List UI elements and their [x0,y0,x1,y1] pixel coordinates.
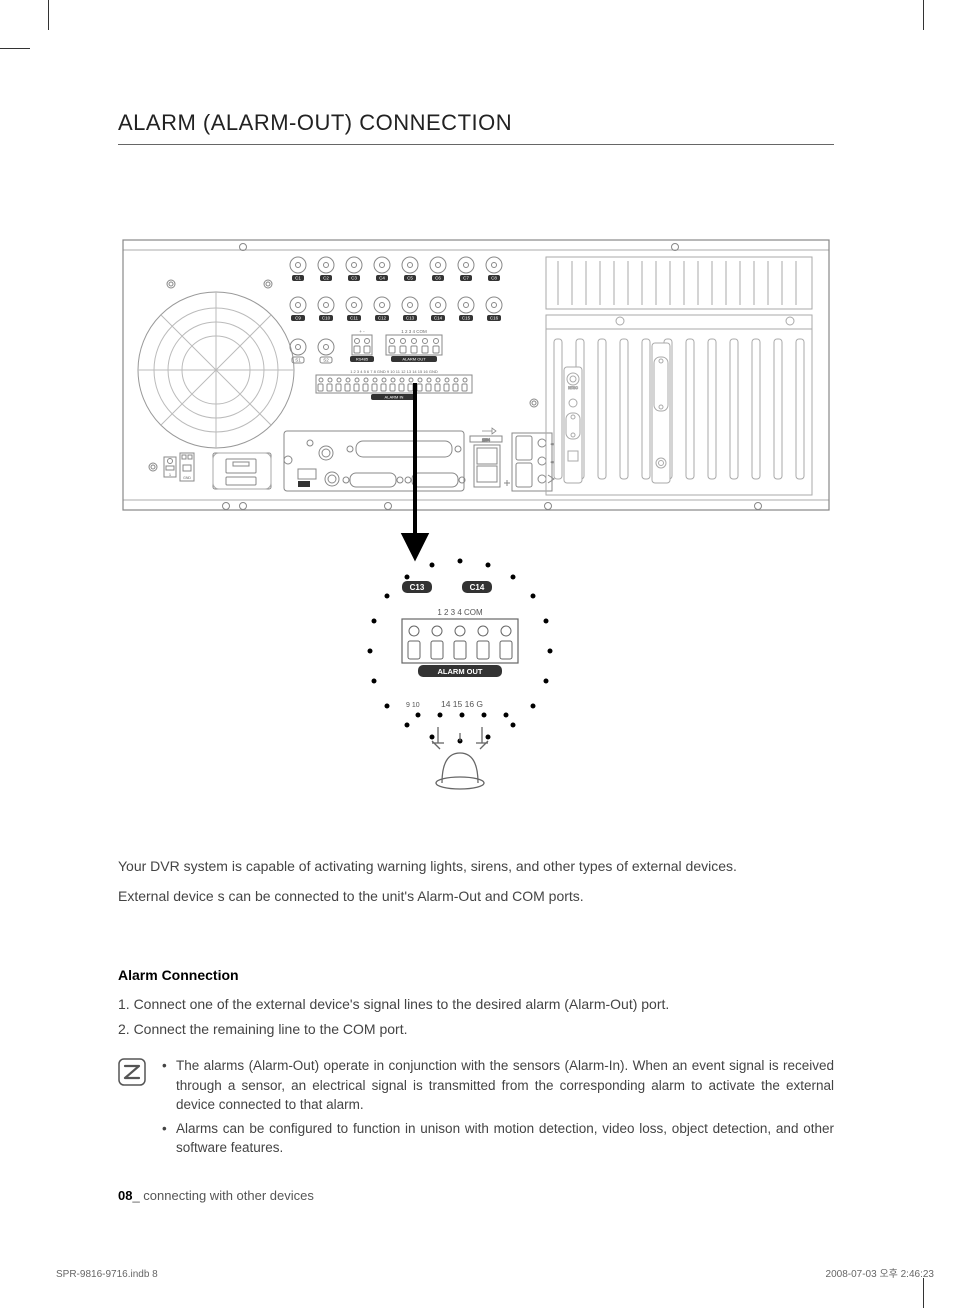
note-icon [118,1058,146,1091]
diagram-figure: 1 GND [118,235,834,815]
svg-text:ALARM OUT: ALARM OUT [438,667,483,676]
svg-text:1 2 3 4 5 6 7 8 GND 9 1: 1 2 3 4 5 6 7 8 GND 9 10 11 12 13 14 15 … [350,369,438,374]
step-1: 1. Connect one of the external device's … [118,993,834,1017]
section-heading: ALARM (ALARM-OUT) CONNECTION [118,110,834,145]
svg-text:C12: C12 [378,316,387,321]
svg-text:C6: C6 [435,276,441,281]
note-item-2: Alarms can be configured to function in … [162,1119,834,1158]
svg-text:GND: GND [183,476,191,480]
crop-mark [923,1278,924,1308]
svg-text:C13: C13 [406,316,415,321]
svg-text:1394: 1394 [482,438,490,442]
crop-mark [0,48,30,49]
svg-text:C14: C14 [470,583,485,592]
footer-section: _ connecting with other devices [132,1188,313,1203]
svg-text:C3: C3 [351,276,357,281]
svg-text:C14: C14 [434,316,443,321]
svg-text:RS485: RS485 [356,357,369,362]
print-footer-timestamp: 2008-07-03 오후 2:46:23 [826,1265,934,1280]
svg-text:C7: C7 [463,276,469,281]
subsection-heading: Alarm Connection [118,967,834,983]
intro-paragraph-2: External device s can be connected to th… [118,885,834,909]
note-block: The alarms (Alarm-Out) operate in conjun… [118,1056,834,1161]
svg-text:C1: C1 [295,276,301,281]
page-footer: 08_ connecting with other devices [118,1188,314,1203]
print-footer-filename: SPR-9816-9716.indb 8 [56,1269,158,1280]
svg-text:C13: C13 [410,583,425,592]
svg-text:C10: C10 [322,316,331,321]
step-2: 2. Connect the remaining line to the COM… [118,1018,834,1042]
svg-text:S2: S2 [323,358,329,363]
page-content: ALARM (ALARM-OUT) CONNECTION [118,110,834,1161]
svg-text:C9: C9 [295,316,301,321]
svg-text:C15: C15 [462,316,471,321]
svg-text:C8: C8 [491,276,497,281]
svg-text:9 10: 9 10 [406,702,420,709]
svg-text:1: 1 [169,472,172,477]
intro-paragraph-1: Your DVR system is capable of activating… [118,855,834,879]
svg-text:C11: C11 [350,316,358,321]
crop-mark [923,0,924,30]
svg-text:S1: S1 [295,358,301,363]
note-item-1: The alarms (Alarm-Out) operate in conjun… [162,1056,834,1114]
svg-text:1 2 3 4 COM: 1 2 3 4 COM [437,608,483,617]
svg-text:1 2 3 4 COM: 1 2 3 4 COM [401,329,427,334]
svg-text:C16: C16 [490,316,499,321]
svg-text:C5: C5 [407,276,413,281]
svg-text:C2: C2 [323,276,329,281]
note-list: The alarms (Alarm-Out) operate in conjun… [162,1056,834,1161]
svg-text:14 15 16 G: 14 15 16 G [441,699,483,709]
page-number: 08 [118,1188,132,1203]
crop-mark [48,0,49,30]
svg-text:ALARM OUT: ALARM OUT [402,357,426,362]
svg-text:+ -: + - [359,329,365,334]
svg-text:ALARM IN: ALARM IN [385,395,404,400]
svg-text:C4: C4 [379,276,385,281]
callout-alarm-out: C13 C14 1 2 3 4 COM ALARM OUT 14 15 16 G… [368,559,553,790]
svg-text:NTSC: NTSC [568,386,578,390]
